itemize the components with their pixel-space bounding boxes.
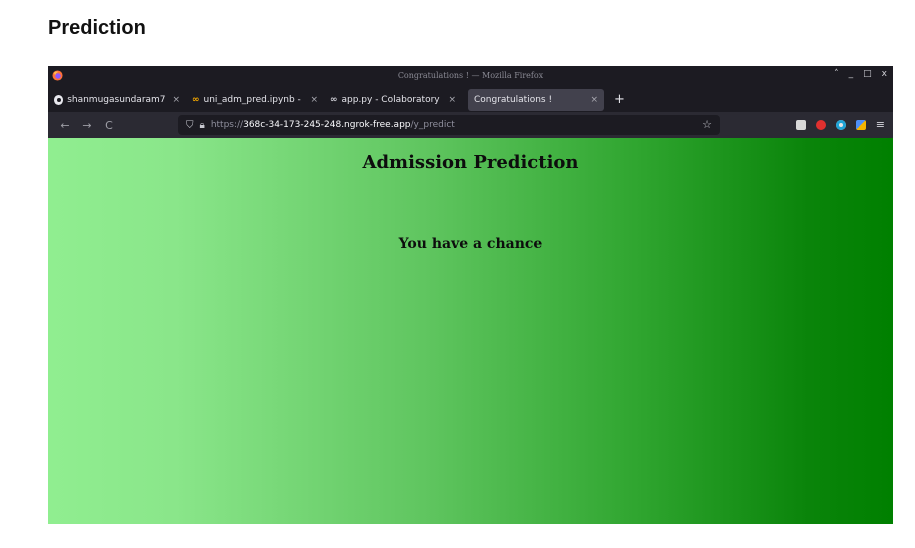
url-text[interactable]: https://368c-34-173-245-248.ngrok-free.a… bbox=[211, 120, 455, 130]
reload-button[interactable]: C bbox=[98, 119, 120, 132]
window-controls: ˄ _ □ x bbox=[834, 69, 887, 79]
collapse-icon[interactable]: ˄ bbox=[834, 69, 839, 79]
tab-close-icon[interactable]: × bbox=[310, 95, 318, 105]
title-bar: Congratulations ! — Mozilla Firefox ˄ _ … bbox=[48, 66, 893, 87]
github-icon bbox=[54, 94, 64, 105]
tab-bar: shanmugasundaram777 × ∞ uni_adm_pred.ipy… bbox=[48, 87, 893, 112]
bookmark-star-icon[interactable]: ☆ bbox=[702, 118, 712, 131]
tab-close-icon[interactable]: × bbox=[590, 95, 598, 105]
tab-label: shanmugasundaram777 bbox=[67, 94, 167, 105]
tab-label: uni_adm_pred.ipynb - Co bbox=[203, 94, 305, 105]
extensions-area: ≡ bbox=[795, 118, 885, 131]
url-host: 368c-34-173-245-248.ngrok-free.app bbox=[243, 120, 411, 130]
extension-icon[interactable] bbox=[795, 119, 806, 130]
tab-label: Congratulations ! bbox=[474, 94, 553, 105]
back-button[interactable]: ← bbox=[54, 119, 76, 132]
page-content: Admission Prediction You have a chance bbox=[48, 138, 893, 524]
window-title: Congratulations ! — Mozilla Firefox bbox=[397, 71, 544, 80]
url-scheme: https:// bbox=[210, 120, 244, 130]
tab-label: app.py - Colaboratory bbox=[341, 94, 440, 105]
url-path: /y_predict bbox=[410, 120, 455, 130]
tab-congratulations[interactable]: Congratulations ! × bbox=[468, 88, 604, 111]
new-tab-button[interactable]: + bbox=[614, 92, 625, 107]
maximize-button[interactable]: □ bbox=[863, 69, 872, 79]
tab-github[interactable]: shanmugasundaram777 × bbox=[48, 89, 186, 111]
browser-window: Congratulations ! — Mozilla Firefox ˄ _ … bbox=[48, 66, 893, 524]
close-window-button[interactable]: x bbox=[882, 69, 887, 79]
lock-icon[interactable]: 🔒︎ bbox=[200, 120, 205, 131]
tab-close-icon[interactable]: × bbox=[448, 95, 456, 105]
colab-icon: ∞ bbox=[330, 94, 338, 105]
shield-icon[interactable]: ⛉ bbox=[186, 120, 194, 131]
prediction-result: You have a chance bbox=[398, 236, 543, 252]
colab-icon: ∞ bbox=[192, 94, 200, 105]
page-title: Admission Prediction bbox=[362, 152, 579, 173]
address-bar[interactable]: ⛉ 🔒︎ https://368c-34-173-245-248.ngrok-f… bbox=[178, 115, 720, 135]
minimize-button[interactable]: _ bbox=[849, 69, 854, 79]
tab-app-py[interactable]: ∞ app.py - Colaboratory × bbox=[324, 89, 462, 111]
tab-uni-adm-pred[interactable]: ∞ uni_adm_pred.ipynb - Co × bbox=[186, 89, 324, 111]
document-heading: Prediction bbox=[48, 17, 146, 39]
navigation-toolbar: ← → C ⛉ 🔒︎ https://368c-34-173-245-248.n… bbox=[48, 112, 893, 138]
extension-icon[interactable] bbox=[815, 119, 826, 130]
extension-icon[interactable] bbox=[835, 119, 846, 130]
forward-button[interactable]: → bbox=[76, 119, 98, 132]
tab-close-icon[interactable]: × bbox=[172, 95, 180, 105]
menu-icon[interactable]: ≡ bbox=[876, 118, 885, 131]
extension-icon[interactable] bbox=[855, 119, 866, 130]
